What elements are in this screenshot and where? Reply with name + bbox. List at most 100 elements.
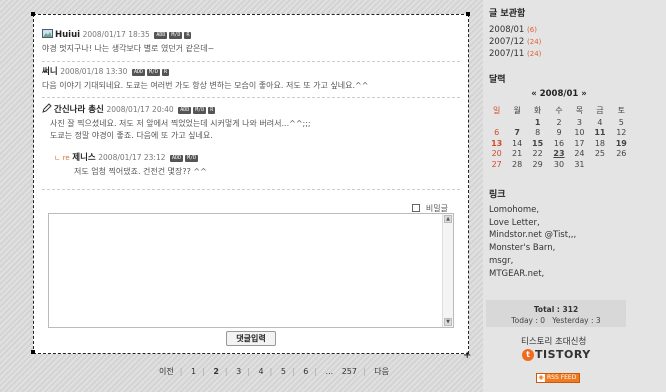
archive-list: 2008/01 (6) 2007/12 (24) 2007/11 (24) xyxy=(489,24,541,60)
resize-handle[interactable] xyxy=(31,12,35,16)
calendar-day[interactable]: 13 xyxy=(486,138,507,149)
calendar-title: 달력 xyxy=(489,75,506,85)
scroll-down-icon[interactable]: ▼ xyxy=(444,318,452,326)
pager-page[interactable]: 6 xyxy=(303,367,308,376)
calendar-day[interactable]: 1 xyxy=(527,117,548,128)
reply-button[interactable]: R xyxy=(184,32,192,39)
modify-button[interactable]: M/D xyxy=(147,69,161,76)
calendar-day[interactable]: 19 xyxy=(611,138,632,149)
tistory-invite-link[interactable]: 티스토리 초대신청 xyxy=(521,335,586,347)
comment-author[interactable]: 써니 xyxy=(42,67,58,77)
link-item[interactable]: MTGEAR.net, xyxy=(489,268,576,281)
pager-prev[interactable]: 이전 xyxy=(159,367,174,376)
calendar-day: 21 xyxy=(512,149,523,159)
reply-author[interactable]: 제니스 xyxy=(72,153,95,163)
calendar-day: 27 xyxy=(491,159,502,169)
scroll-up-icon[interactable]: ▲ xyxy=(444,215,452,223)
visitor-counter: Total : 312 Today : 0 Yesterday : 3 xyxy=(486,300,626,327)
reply-item: ㄴ re 제니스 2008/01/17 23:12 ADD M/D 저도 엄청 찍… xyxy=(54,152,454,178)
reply-button[interactable]: R xyxy=(162,69,170,76)
links-list: Lomohome, Love Letter, Mindstor.net @Tis… xyxy=(489,204,576,280)
calendar-day: 16 xyxy=(553,138,565,148)
calendar-day: 29 xyxy=(532,159,543,169)
comment-body: 야경 멋지구나! 나는 생각보다 별로 였던거 같은데~ xyxy=(42,44,215,53)
checkbox-box[interactable] xyxy=(411,204,420,212)
calendar-day-today[interactable]: 23 xyxy=(548,149,569,160)
comment-item: 간신나라 총신 2008/01/17 20:40 ADD M/D R 사진 잘 찍으… xyxy=(42,103,460,142)
reply-body: 저도 엄청 찍어댔죠. 건전건 몇장?? ^^ xyxy=(74,167,207,176)
calendar-day xyxy=(611,159,632,170)
comment-textarea[interactable] xyxy=(48,213,454,328)
modify-button[interactable]: M/D xyxy=(185,155,199,162)
calendar-day[interactable]: 15 xyxy=(527,138,548,149)
add-button[interactable]: ADD xyxy=(170,155,184,162)
secret-label: 비밀글 xyxy=(425,204,448,213)
weekday-label: 금 xyxy=(596,105,604,115)
pager-next[interactable]: 다음 xyxy=(374,367,389,376)
rss-feed-button[interactable]: ◉ RSS FEED xyxy=(536,373,580,383)
link-item[interactable]: Love Letter, xyxy=(489,217,576,230)
calendar-day: 10 xyxy=(574,128,585,138)
weekday-label: 월 xyxy=(513,105,521,115)
calendar-day: 25 xyxy=(594,149,605,159)
calendar-day: 17 xyxy=(574,138,585,148)
pager-page[interactable]: 3 xyxy=(236,367,241,376)
add-button[interactable]: ADD xyxy=(178,107,192,114)
reply-button[interactable]: R xyxy=(208,107,216,114)
textarea-scrollbar[interactable]: ▲ ▼ xyxy=(442,214,453,327)
archive-item[interactable]: 2008/01 (6) xyxy=(489,24,541,36)
comment-date: 2008/01/18 13:30 xyxy=(60,67,128,76)
pager-page-current[interactable]: 2 xyxy=(213,367,219,376)
pager-ellipsis: ... xyxy=(325,367,334,376)
calendar-day xyxy=(486,117,507,128)
comment-date: 2008/01/17 18:35 xyxy=(82,30,150,39)
link-item[interactable]: Lomohome, xyxy=(489,204,576,217)
pager-page[interactable]: 1 xyxy=(191,367,196,376)
modify-button[interactable]: M/D xyxy=(169,32,183,39)
total-count: Total : 312 xyxy=(533,305,579,314)
pager-page[interactable]: 5 xyxy=(281,367,286,376)
calendar-day: 26 xyxy=(616,149,627,159)
calendar-day: 3 xyxy=(576,117,582,127)
weekday-label: 수 xyxy=(555,105,563,115)
add-button[interactable]: ADD xyxy=(154,32,168,39)
divider xyxy=(42,97,460,98)
rss-icon: ◉ xyxy=(537,374,545,382)
archive-item[interactable]: 2007/11 (24) xyxy=(489,48,541,60)
pager-page[interactable]: 257 xyxy=(342,367,357,376)
archive-item[interactable]: 2007/12 (24) xyxy=(489,36,541,48)
submit-comment-button[interactable]: 댓글입력 xyxy=(226,331,276,346)
calendar-day: 28 xyxy=(512,159,523,169)
calendar-day: 14 xyxy=(512,138,523,148)
comment-body: 사진 잘 찍으셨네요. 저도 저 앞에서 찍었었는데 시커멓게 나와 버려서..… xyxy=(50,119,311,128)
comment-author[interactable]: Huiui xyxy=(55,30,80,40)
resize-handle[interactable] xyxy=(466,12,470,16)
reply-arrow-icon: ㄴ re xyxy=(54,154,70,162)
pencil-icon[interactable] xyxy=(42,103,52,116)
calendar-day[interactable]: 11 xyxy=(589,128,610,139)
calendar-day: 9 xyxy=(556,128,562,138)
links-title: 링크 xyxy=(489,190,506,200)
comment-author[interactable]: 간신나라 총신 xyxy=(54,105,104,115)
weekday-label: 화 xyxy=(533,105,542,115)
calendar-day: 4 xyxy=(597,117,603,127)
calendar-day: 8 xyxy=(535,128,541,138)
divider xyxy=(42,61,460,62)
resize-handle[interactable] xyxy=(31,350,35,354)
tistory-logo[interactable]: t TISTORY xyxy=(522,348,594,362)
homepage-icon[interactable] xyxy=(42,29,53,41)
pager-page[interactable]: 4 xyxy=(259,367,264,376)
modify-button[interactable]: M/D xyxy=(193,107,207,114)
calendar-day[interactable]: 7 xyxy=(507,128,527,139)
comment-item: Huiui 2008/01/17 18:35 ADD M/D R 야경 멋지구나! … xyxy=(42,29,460,55)
add-button[interactable]: ADD xyxy=(131,69,145,76)
link-item[interactable]: msgr, xyxy=(489,255,576,268)
calendar-day: 31 xyxy=(574,159,585,169)
link-item[interactable]: Monster's Barn, xyxy=(489,242,576,255)
calendar-month-nav[interactable]: « 2008/01 » xyxy=(486,89,632,99)
link-item[interactable]: Mindstor.net @Tist,,, xyxy=(489,229,576,242)
weekday-label: 토 xyxy=(617,105,625,115)
calendar-day: 6 xyxy=(494,128,500,138)
reply-date: 2008/01/17 23:12 xyxy=(98,153,166,162)
calendar-day: 20 xyxy=(491,149,502,159)
